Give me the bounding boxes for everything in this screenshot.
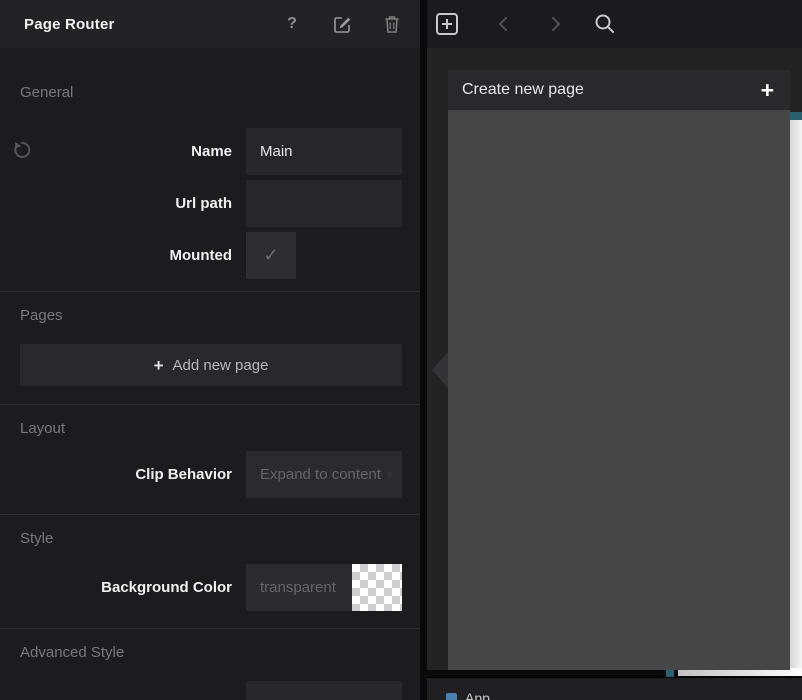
properties-panel: Page Router ? [0, 0, 420, 700]
properties-panel-header: Page Router ? [0, 0, 420, 48]
section-heading-style: Style [20, 528, 402, 550]
app-widget-icon [446, 693, 457, 700]
chevron-down-icon: ▾ [386, 467, 393, 483]
background-color-label: Background Color [20, 579, 232, 596]
checkmark-icon: ✓ [263, 245, 278, 266]
page-selection-top-edge [790, 112, 802, 120]
plus-icon: + [154, 357, 164, 374]
popover-title: Create new page [462, 81, 761, 99]
selection-resize-handle[interactable] [666, 669, 674, 677]
section-divider [0, 514, 420, 515]
section-heading-general: General [20, 82, 402, 104]
section-heading-layout: Layout [20, 418, 402, 440]
widget-tree-bar: App [427, 677, 802, 700]
url-path-input[interactable] [246, 180, 402, 227]
section-heading-advanced-style: Advanced Style [20, 642, 402, 664]
tree-item-label: App [465, 690, 490, 700]
section-divider [0, 291, 420, 292]
design-canvas[interactable]: Create new page + [427, 48, 802, 677]
canvas-region: Create new page + App [427, 0, 802, 700]
add-icon[interactable]: + [761, 79, 774, 102]
popover-body [448, 110, 790, 670]
help-icon[interactable]: ? [282, 14, 302, 34]
canvas-toolbar [427, 0, 802, 48]
name-label: Name [20, 143, 232, 160]
clip-behavior-value: Expand to content [246, 451, 402, 498]
advanced-style-input[interactable] [246, 681, 402, 700]
name-row: Name [20, 128, 402, 175]
reset-icon[interactable] [12, 140, 32, 160]
clip-behavior-label: Clip Behavior [20, 466, 232, 483]
section-divider [0, 404, 420, 405]
popover-header: Create new page + [448, 70, 790, 110]
mounted-checkbox[interactable]: ✓ [246, 232, 296, 279]
mounted-label: Mounted [20, 247, 232, 264]
name-input[interactable] [246, 128, 402, 175]
add-page-icon[interactable] [435, 12, 459, 36]
app-window: Page Router ? [0, 0, 802, 700]
back-icon[interactable] [494, 14, 514, 34]
page-canvas-edge [790, 120, 802, 670]
url-path-row: Url path [20, 180, 402, 227]
color-swatch-transparent[interactable] [352, 564, 402, 611]
add-new-page-button[interactable]: + Add new page [20, 344, 402, 386]
panel-header-actions: ? [282, 14, 402, 34]
clip-behavior-dropdown[interactable]: Expand to content ▾ [246, 451, 402, 498]
clip-behavior-row: Clip Behavior Expand to content ▾ [20, 451, 402, 498]
url-path-label: Url path [20, 195, 232, 212]
delete-icon[interactable] [382, 14, 402, 34]
advanced-style-row [20, 681, 402, 700]
popover-arrow [432, 352, 448, 388]
section-heading-pages: Pages [20, 305, 402, 327]
background-color-value: transparent [246, 564, 352, 611]
edit-icon[interactable] [332, 14, 352, 34]
forward-icon[interactable] [545, 14, 565, 34]
panel-title: Page Router [24, 16, 282, 33]
mounted-row: Mounted ✓ [20, 232, 402, 279]
section-divider [0, 628, 420, 629]
properties-panel-body: General Name Url path Mounted ✓ Pages + … [0, 82, 420, 700]
background-color-input[interactable]: transparent [246, 564, 352, 611]
tree-item-app[interactable]: App [427, 690, 802, 700]
create-new-page-popover: Create new page + [448, 70, 790, 670]
panel-splitter[interactable] [420, 0, 427, 700]
background-color-row: Background Color transparent [20, 564, 402, 611]
search-icon[interactable] [593, 12, 617, 36]
add-new-page-label: Add new page [173, 357, 269, 374]
